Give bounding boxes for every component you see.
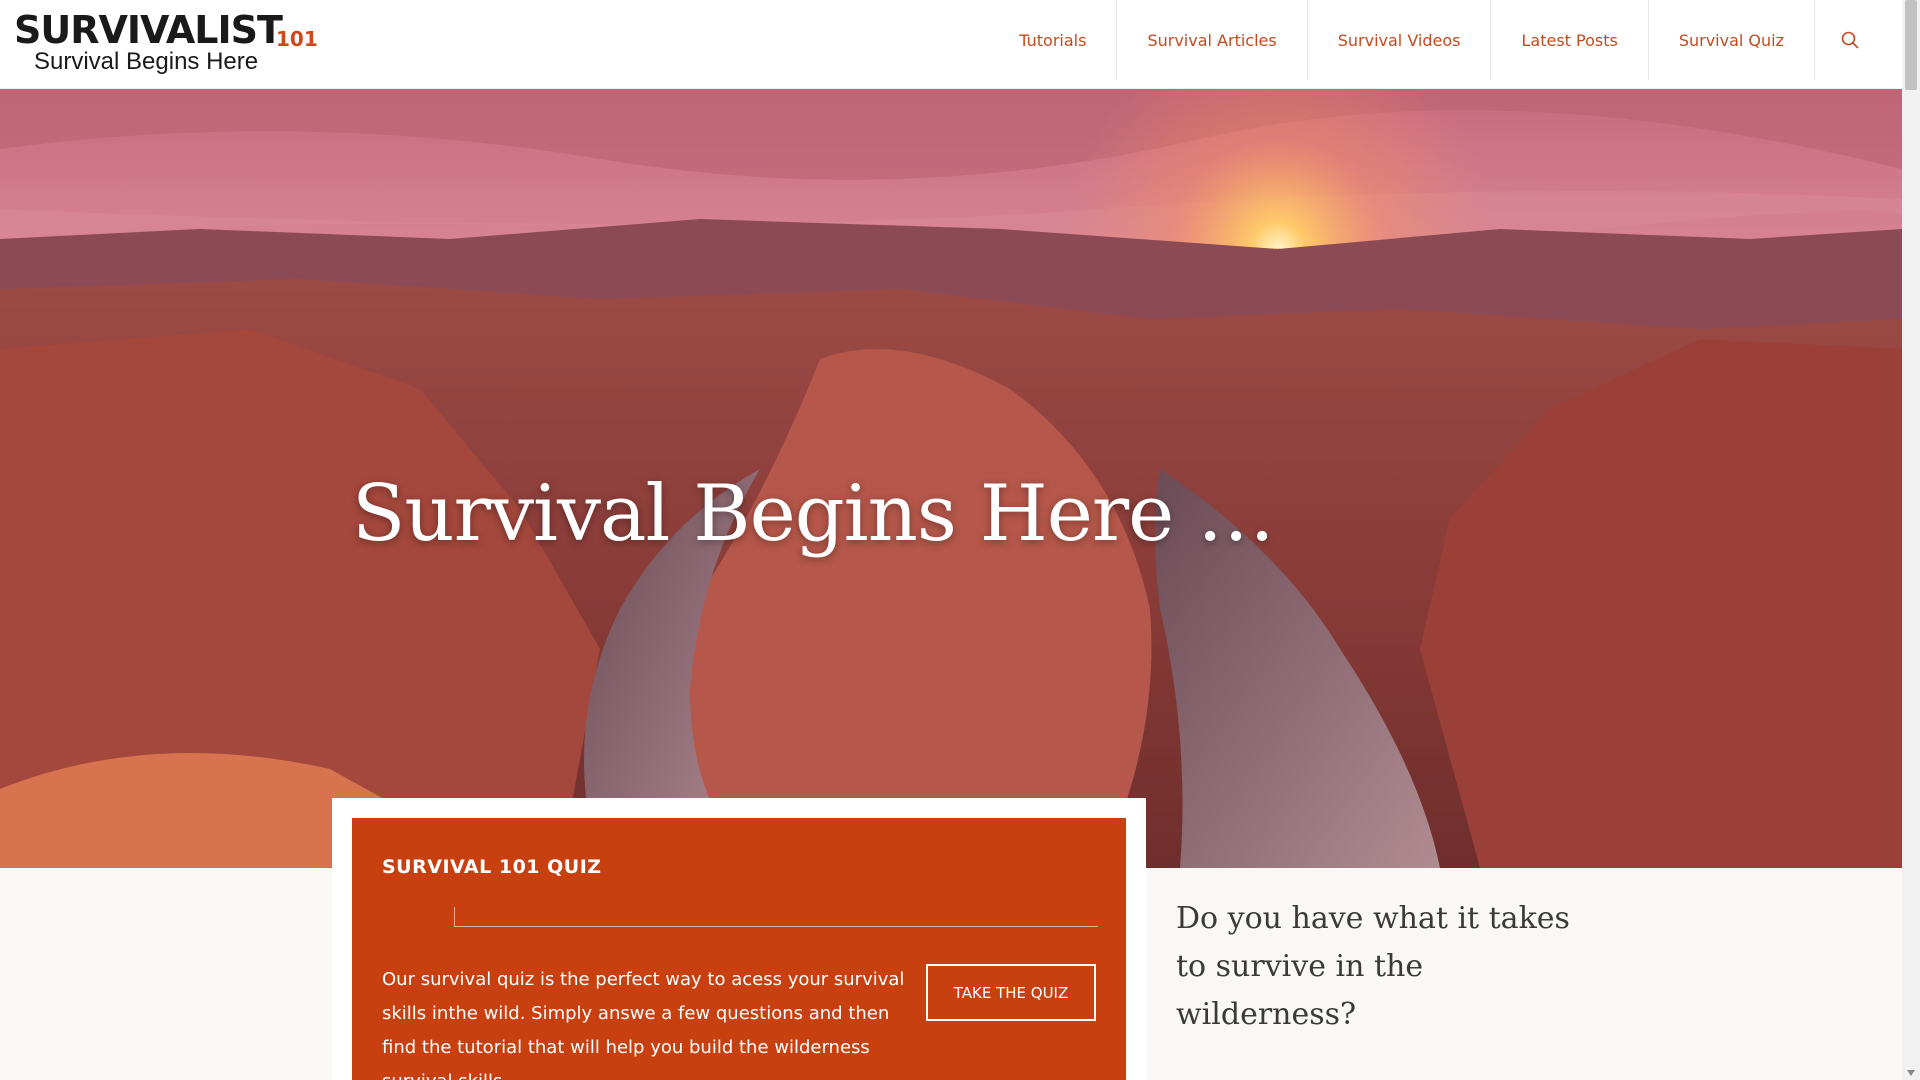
scrollbar-thumb[interactable]	[1905, 0, 1917, 90]
hero-banner: Survival Begins Here …	[0, 89, 1902, 868]
logo-wordmark: SURVIVALIST	[14, 8, 283, 52]
quiz-card-text: Our survival quiz is the perfect way to …	[382, 969, 905, 1080]
search-button[interactable]	[1814, 0, 1884, 80]
quiz-card-frame: SURVIVAL 101 QUIZ Our survival quiz is t…	[332, 798, 1146, 1080]
scroll-down-arrow-icon[interactable]	[1907, 1070, 1915, 1076]
nav-item-survival-videos[interactable]: Survival Videos	[1306, 0, 1491, 80]
quiz-card: SURVIVAL 101 QUIZ Our survival quiz is t…	[352, 818, 1126, 1080]
hero-title: Survival Begins Here …	[352, 469, 1275, 559]
site-logo[interactable]: SURVIVALIST 101 Survival Begins Here	[14, 8, 318, 80]
logo-tagline: Survival Begins Here	[34, 48, 259, 75]
logo-number: 101	[276, 27, 318, 51]
nav-item-latest-posts[interactable]: Latest Posts	[1490, 0, 1647, 80]
main-nav: Tutorials Survival Articles Survival Vid…	[989, 0, 1884, 80]
nav-item-survival-quiz[interactable]: Survival Quiz	[1647, 0, 1814, 80]
take-quiz-button[interactable]: TAKE THE QUIZ	[926, 964, 1096, 1021]
nav-item-survival-articles[interactable]: Survival Articles	[1116, 0, 1306, 80]
quiz-card-divider	[454, 907, 1098, 927]
side-question: Do you have what it takes to survive in …	[1176, 901, 1570, 1032]
search-icon	[1841, 31, 1859, 49]
page-scrollbar[interactable]	[1902, 0, 1920, 1080]
nav-item-tutorials[interactable]: Tutorials	[989, 0, 1116, 80]
quiz-card-title: SURVIVAL 101 QUIZ	[382, 856, 602, 878]
site-header: SURVIVALIST 101 Survival Begins Here Tut…	[0, 0, 1902, 89]
